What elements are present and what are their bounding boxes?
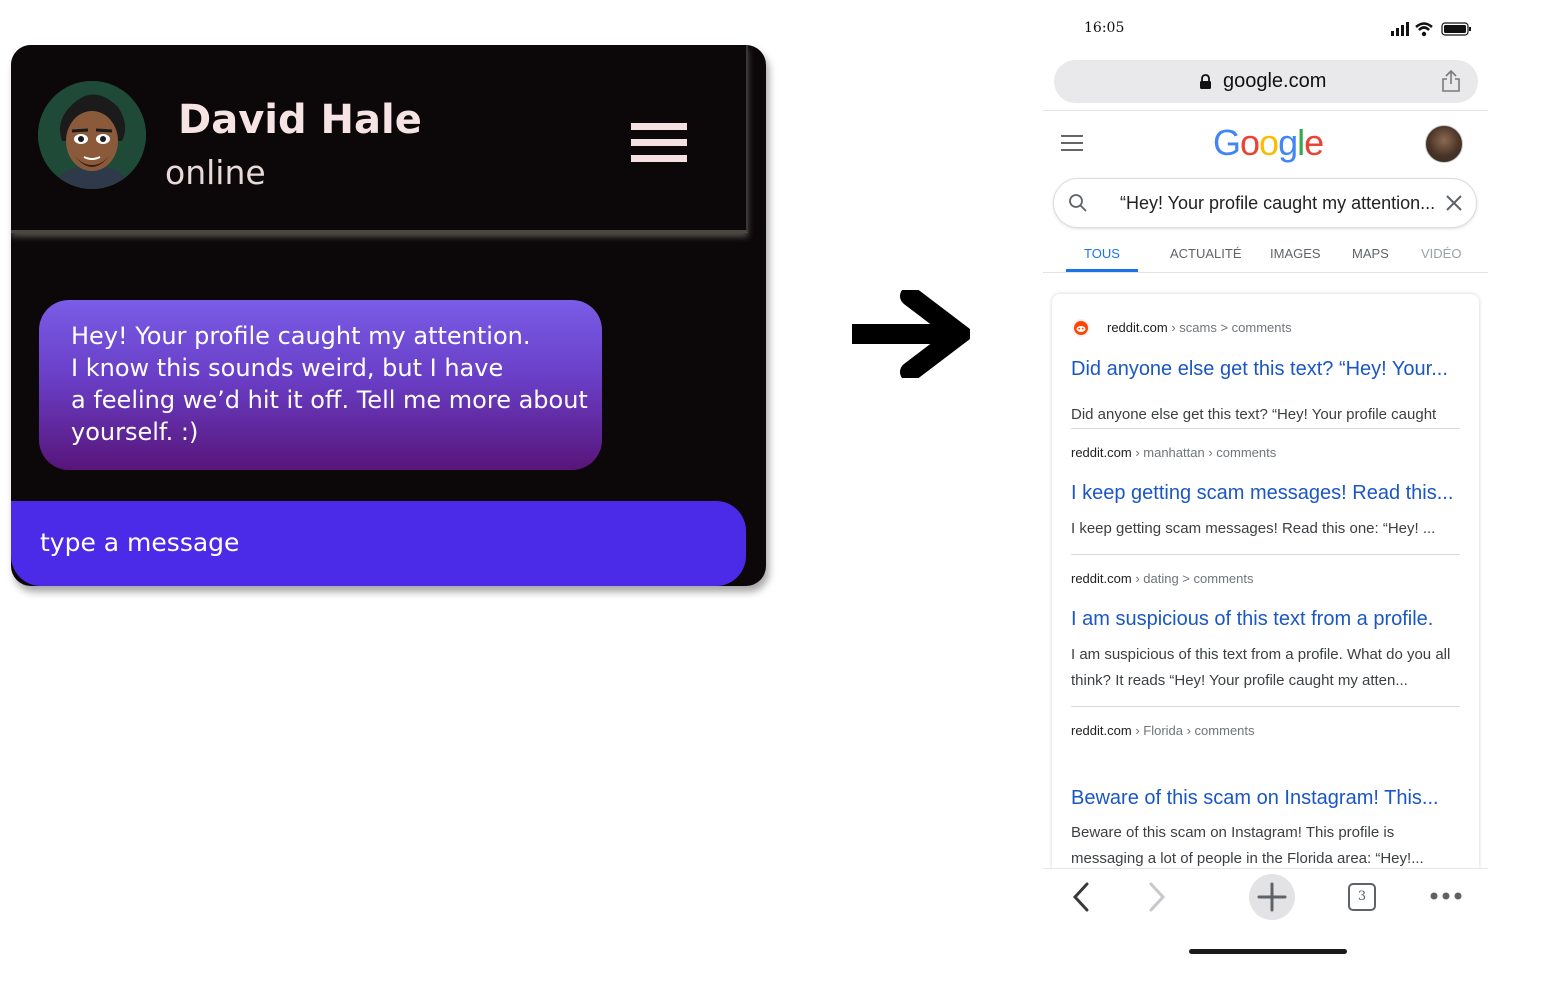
divider	[1071, 554, 1460, 555]
status-bar-icons	[1391, 22, 1471, 37]
result-snippet: Beware of this scam on Instagram! This p…	[1071, 824, 1424, 867]
tab-news[interactable]: ACTUALITÉ	[1170, 246, 1242, 261]
result-title-link[interactable]: Did anyone else get this text? “Hey! You…	[1071, 358, 1448, 381]
result-title-link[interactable]: I am suspicious of this text from a prof…	[1071, 608, 1433, 631]
tab-all[interactable]: TOUS	[1084, 246, 1120, 261]
google-logo: Google	[1213, 122, 1324, 163]
bitmoji-avatar-icon	[38, 81, 146, 189]
search-input[interactable]: “Hey! Your profile caught my attention..…	[1120, 193, 1445, 214]
right-arrow-icon	[852, 290, 970, 378]
search-icon	[1069, 194, 1087, 212]
search-result: reddit.com › dating > comments I am susp…	[1071, 571, 1461, 689]
message-text: Hey! Your profile caught my attention. I…	[71, 322, 588, 446]
tabs-count-button[interactable]: 3	[1348, 883, 1376, 911]
google-menu-icon[interactable]	[1061, 135, 1083, 151]
message-input[interactable]: type a message	[11, 501, 746, 586]
contact-name: David Hale	[178, 97, 422, 143]
divider	[1071, 706, 1460, 707]
chat-window: David Hale online Hey! Your profile caug…	[11, 45, 766, 586]
more-options-icon[interactable]	[1429, 891, 1463, 901]
new-tab-button[interactable]	[1249, 874, 1295, 920]
result-path: › manhattan › comments	[1135, 445, 1277, 460]
tab-maps[interactable]: MAPS	[1352, 246, 1389, 261]
signal-icon	[1391, 22, 1409, 36]
result-domain: reddit.com	[1071, 723, 1132, 738]
browser-toolbar: 3	[1043, 868, 1488, 938]
back-icon[interactable]	[1071, 881, 1091, 913]
lock-icon	[1200, 74, 1211, 89]
result-snippet: I am suspicious of this text from a prof…	[1071, 646, 1451, 689]
result-domain: reddit.com	[1071, 445, 1132, 460]
home-indicator[interactable]	[1189, 949, 1347, 954]
result-path: › dating > comments	[1135, 571, 1254, 586]
result-path: › Florida › comments	[1135, 723, 1255, 738]
divider	[1043, 272, 1488, 273]
tab-videos[interactable]: VIDÉO	[1421, 246, 1461, 261]
plus-icon	[1257, 882, 1287, 912]
reddit-icon	[1072, 319, 1090, 337]
result-title-link[interactable]: Beware of this scam on Instagram! This..…	[1071, 787, 1439, 810]
search-tabs: TOUS ACTUALITÉ IMAGES MAPS VIDÉO	[1043, 240, 1488, 274]
message-input-placeholder: type a message	[40, 528, 240, 557]
result-snippet: I keep getting scam messages! Read this …	[1071, 520, 1436, 537]
forward-icon[interactable]	[1147, 881, 1167, 913]
contact-status: online	[165, 153, 266, 192]
user-avatar[interactable]	[1425, 125, 1463, 163]
chat-header: David Hale online	[11, 45, 748, 233]
tab-images[interactable]: IMAGES	[1270, 246, 1321, 261]
search-result: reddit.com › manhattan › comments I keep…	[1071, 445, 1461, 537]
result-domain: reddit.com	[1107, 320, 1168, 335]
result-path: › scams > comments	[1171, 320, 1292, 335]
status-time: 16:05	[1084, 20, 1125, 36]
search-results: reddit.com › scams > comments Did anyone…	[1052, 294, 1479, 868]
share-icon[interactable]	[1440, 69, 1462, 93]
wifi-icon	[1415, 22, 1433, 37]
menu-icon[interactable]	[631, 123, 687, 163]
result-title-link[interactable]: I keep getting scam messages! Read this.…	[1071, 482, 1453, 505]
search-box[interactable]: “Hey! Your profile caught my attention..…	[1053, 178, 1477, 228]
result-snippet: Did anyone else get this text? “Hey! You…	[1071, 406, 1437, 423]
divider	[1043, 110, 1488, 111]
close-icon[interactable]	[1444, 193, 1464, 213]
search-result: reddit.com › Florida › comments Beware o…	[1071, 723, 1461, 867]
url-text: google.com	[1223, 70, 1327, 92]
result-domain: reddit.com	[1071, 571, 1132, 586]
contact-avatar[interactable]	[38, 81, 146, 189]
battery-icon	[1441, 22, 1471, 36]
address-bar[interactable]: google.com	[1054, 60, 1478, 103]
divider	[1071, 428, 1460, 429]
phone-browser: 16:05 google.com Google “Hey! Your profi…	[1043, 0, 1488, 990]
message-bubble: Hey! Your profile caught my attention. I…	[39, 300, 602, 470]
